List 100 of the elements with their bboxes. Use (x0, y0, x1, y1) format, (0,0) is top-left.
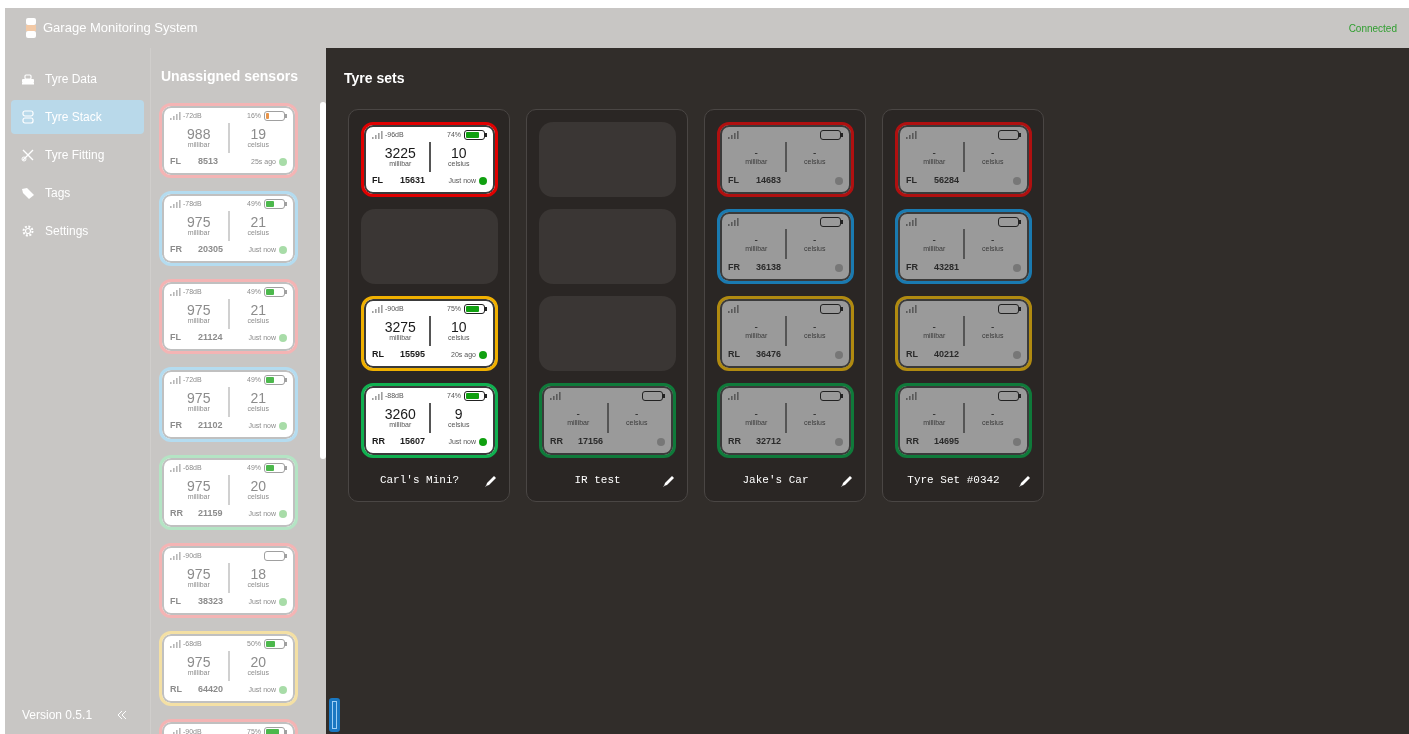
signal-icon (906, 391, 917, 400)
temperature-value: - (635, 409, 639, 419)
drag-handle[interactable] (329, 698, 340, 732)
temperature-value: 21 (250, 303, 267, 317)
version-label: Version 0.5.1 (22, 707, 93, 724)
sensor-id: 8513 (198, 155, 220, 169)
set-name: Jake's Car (741, 472, 810, 488)
pressure-value: 975 (187, 303, 211, 317)
signal-icon (170, 111, 181, 120)
pressure-value: 975 (187, 215, 211, 229)
signal-icon (170, 287, 181, 296)
signal-icon (170, 639, 181, 648)
pressure-value: 3225 (384, 146, 416, 160)
battery-icon (1000, 218, 1017, 225)
pressure-value: - (576, 409, 580, 419)
pencil-icon[interactable] (840, 473, 853, 487)
gear-icon (21, 224, 35, 238)
sensor-id: 15631 (400, 174, 427, 188)
sensor-id: 20305 (198, 243, 225, 257)
scrollbar-thumb[interactable] (320, 102, 326, 459)
tyre-position: FL (906, 174, 918, 188)
sensor-id: 40212 (934, 348, 961, 362)
pressure-value: 3275 (384, 320, 416, 334)
signal-icon (170, 375, 181, 384)
tyre-position: FR (170, 419, 183, 433)
tyre-position: RR (170, 507, 184, 521)
tag-icon (21, 186, 35, 200)
tyre-position: RR (728, 435, 742, 449)
pencil-icon[interactable] (1018, 473, 1031, 487)
sensor-id: 21159 (198, 507, 224, 521)
temperature-value: 9 (454, 407, 463, 421)
pressure-value: 988 (187, 127, 211, 141)
signal-icon (170, 551, 181, 560)
set-name: IR test (573, 472, 622, 488)
battery-icon (466, 131, 483, 138)
battery-icon (822, 131, 839, 138)
signal-icon (728, 391, 739, 400)
tyre-position: RR (550, 435, 564, 449)
battery-icon (822, 305, 839, 312)
tyre-position: RR (372, 435, 386, 449)
sensor-id: 15607 (400, 435, 427, 449)
temperature-value: - (813, 409, 817, 419)
temperature-value: 21 (250, 215, 267, 229)
temperature-value: 21 (250, 391, 267, 405)
pressure-value: 975 (187, 567, 211, 581)
sensor-id: 36138 (756, 261, 783, 275)
tools-icon (21, 148, 35, 162)
battery-icon (1000, 305, 1017, 312)
sensor-id: 38323 (198, 595, 225, 609)
pencil-icon[interactable] (662, 473, 675, 487)
tyre-position: FR (170, 243, 183, 257)
pressure-value: - (932, 322, 936, 332)
temperature-value: 10 (450, 320, 467, 334)
temperature-value: - (991, 148, 995, 158)
battery-icon (466, 305, 483, 312)
pressure-value: 975 (187, 655, 211, 669)
stack-icon (21, 110, 35, 124)
tyre-position: FL (170, 155, 182, 169)
battery-icon (822, 218, 839, 225)
battery-icon (644, 392, 661, 399)
temperature-value: 20 (250, 655, 267, 669)
signal-icon (372, 391, 383, 400)
pressure-value: - (754, 322, 758, 332)
tyre-position: RL (170, 683, 183, 697)
temperature-value: 20 (250, 479, 267, 493)
temperature-value: - (991, 322, 995, 332)
battery-icon (466, 392, 483, 399)
panel-title: Unassigned sensors (161, 67, 299, 86)
pencil-icon[interactable] (484, 473, 497, 487)
pressure-value: - (932, 148, 936, 158)
logo-icon (25, 18, 37, 38)
signal-icon (372, 130, 383, 139)
signal-icon (906, 217, 917, 226)
pressure-value: - (932, 409, 936, 419)
temperature-value: - (813, 235, 817, 245)
sensor-id: 15595 (400, 348, 427, 362)
tyre-position: FL (170, 595, 182, 609)
temperature-value: 18 (250, 567, 267, 581)
sensor-id: 64420 (198, 683, 225, 697)
signal-icon (170, 199, 181, 208)
pressure-value: - (754, 235, 758, 245)
tyre-position: RL (372, 348, 385, 362)
set-name: Tyre Set #0342 (906, 472, 1001, 488)
battery-icon (266, 464, 283, 471)
sensor-id: 17156 (578, 435, 605, 449)
section-title: Tyre sets (344, 69, 406, 88)
temperature-value: - (813, 148, 817, 158)
signal-icon (728, 217, 739, 226)
set-name: Carl's Mini? (378, 472, 461, 488)
tyre-position: FR (906, 261, 919, 275)
sensor-id: 14683 (756, 174, 783, 188)
battery-icon (266, 200, 283, 207)
pressure-value: - (754, 148, 758, 158)
sensor-id: 32712 (756, 435, 783, 449)
temperature-value: 10 (450, 146, 467, 160)
collapse-icon[interactable] (116, 709, 129, 721)
signal-icon (170, 727, 181, 734)
pressure-value: 975 (187, 479, 211, 493)
temperature-value: - (813, 322, 817, 332)
tyre-position: FL (170, 331, 182, 345)
